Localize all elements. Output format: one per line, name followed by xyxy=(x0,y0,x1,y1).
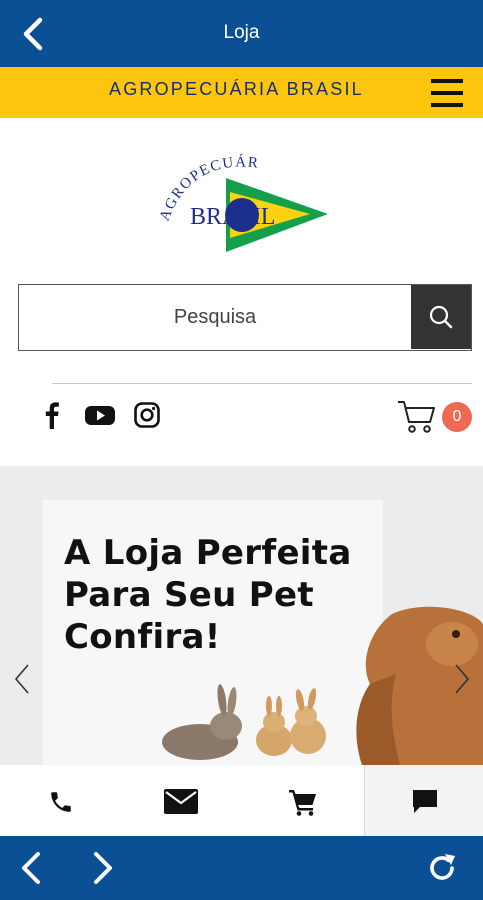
facebook-icon[interactable] xyxy=(38,400,66,430)
rabbits-image xyxy=(162,684,326,760)
search-button[interactable] xyxy=(411,285,471,349)
email-button[interactable] xyxy=(121,765,242,836)
phone-button[interactable] xyxy=(0,765,121,836)
instagram-icon[interactable] xyxy=(133,400,161,430)
brand-name: AGROPECUÁRIA BRASIL xyxy=(109,79,364,99)
search-input[interactable] xyxy=(19,285,411,349)
cart-action-button[interactable] xyxy=(242,765,363,836)
chat-button[interactable] xyxy=(364,765,483,836)
hero-headline-line: Para Seu Pet xyxy=(64,575,314,615)
cart-count-badge: 0 xyxy=(442,402,472,432)
hero-headline-line: Confira! xyxy=(64,617,221,657)
hero-headline: A Loja Perfeita Para Seu Pet Confira! xyxy=(64,532,364,658)
divider xyxy=(52,383,472,384)
forward-arrow-icon[interactable] xyxy=(88,850,116,886)
hero-headline-line: A Loja Perfeita xyxy=(64,533,352,573)
hero-banner: A Loja Perfeita Para Seu Pet Confira! xyxy=(0,466,483,765)
action-bar xyxy=(0,765,483,836)
back-arrow-icon[interactable] xyxy=(18,850,46,886)
page-title: Loja xyxy=(223,22,260,43)
carousel-next-icon[interactable] xyxy=(452,662,472,696)
phone-icon xyxy=(51,792,71,812)
top-app-bar: Loja xyxy=(0,0,483,67)
brand-logo: AGROPECUÁRIA BRASIL xyxy=(150,140,328,252)
refresh-icon[interactable] xyxy=(426,852,458,884)
brand-bar: AGROPECUÁRIA BRASIL xyxy=(0,67,483,118)
search-icon xyxy=(429,305,453,329)
bottom-nav-bar xyxy=(0,836,483,900)
carousel-prev-icon[interactable] xyxy=(12,662,32,696)
mail-icon xyxy=(164,789,198,814)
cart-icon[interactable] xyxy=(396,398,438,434)
search-bar xyxy=(18,284,472,351)
youtube-icon[interactable] xyxy=(84,400,116,430)
hamburger-menu-icon[interactable] xyxy=(431,79,463,107)
chat-icon xyxy=(413,790,437,813)
logo-main-text: BRASIL xyxy=(190,204,275,230)
cart-icon xyxy=(289,790,316,816)
